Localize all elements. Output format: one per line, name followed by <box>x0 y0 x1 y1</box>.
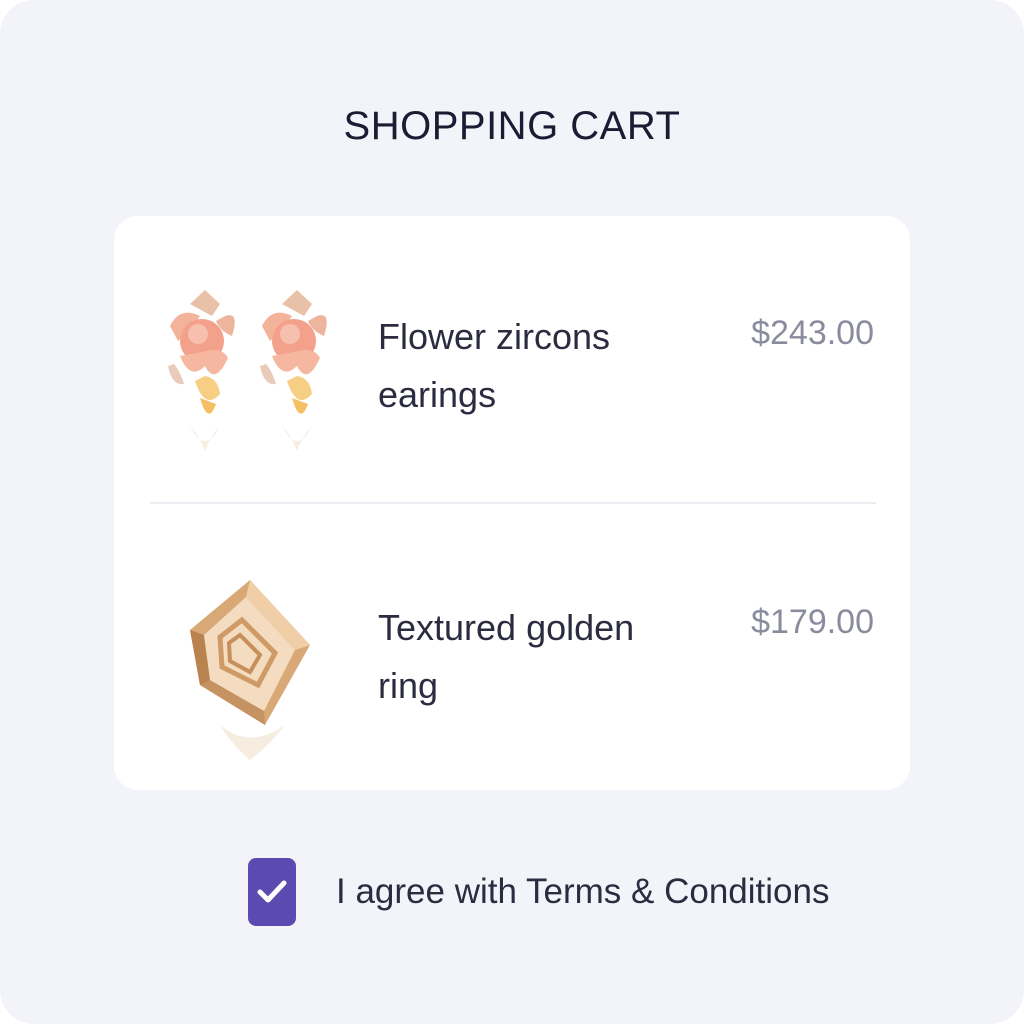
page-title: SHOPPING CART <box>343 104 681 148</box>
golden-ring-image <box>190 580 310 760</box>
cart-items-card: Flower zircons earings $243.00 Textured … <box>114 216 910 790</box>
terms-checkbox[interactable] <box>248 858 296 926</box>
cart-item[interactable]: Textured golden ring $179.00 <box>114 503 910 790</box>
item-name: Flower zircons earings <box>378 316 611 415</box>
terms-label[interactable]: I agree with Terms & Conditions <box>336 872 829 912</box>
flower-earrings-image <box>168 290 327 451</box>
checkmark-icon <box>257 880 287 903</box>
item-name: Textured golden ring <box>378 607 635 706</box>
cart-item[interactable]: Flower zircons earings $243.00 <box>114 216 910 504</box>
shopping-cart-screen: SHOPPING CART Flower zircons earings $24… <box>0 0 1024 1024</box>
item-price: $243.00 <box>751 314 874 352</box>
terms-agreement-row: I agree with Terms & Conditions <box>248 858 829 926</box>
item-price: $179.00 <box>751 603 874 641</box>
